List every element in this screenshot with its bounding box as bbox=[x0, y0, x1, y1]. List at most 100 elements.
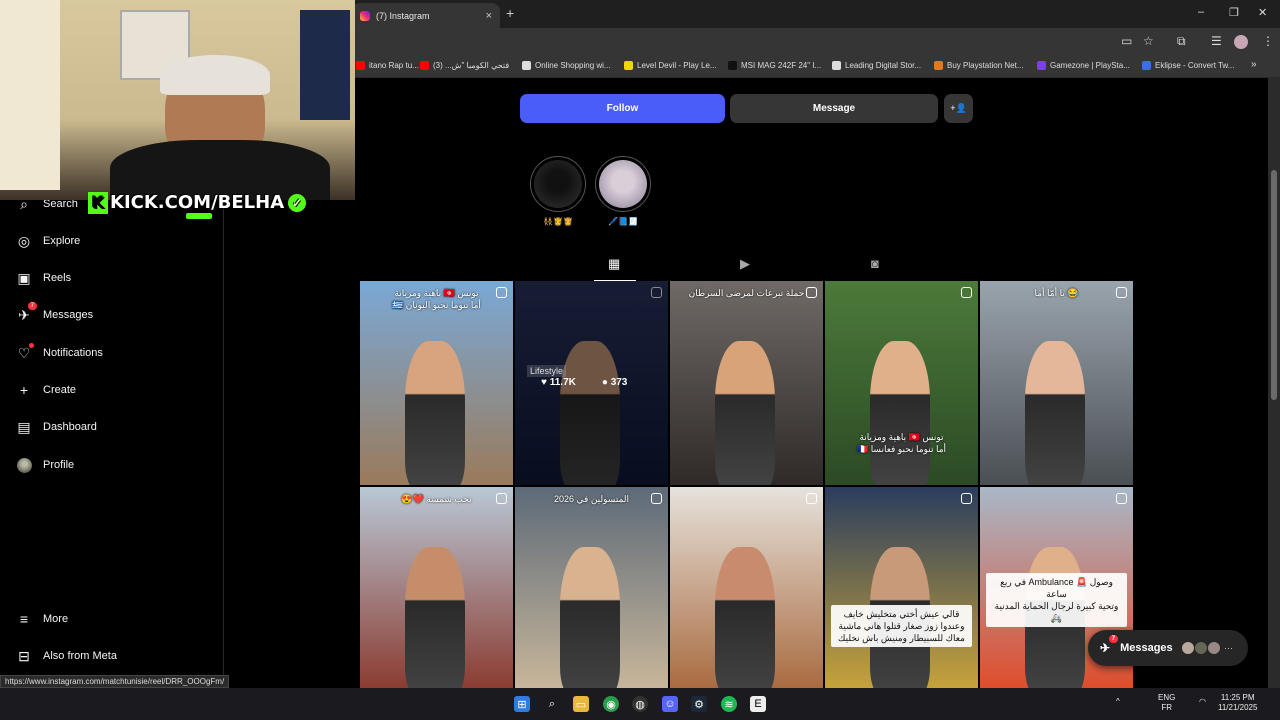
cast-icon[interactable]: ▭ bbox=[1121, 34, 1132, 48]
sidebar-item-explore[interactable]: ◎ Explore bbox=[16, 233, 80, 249]
post-thumbnail[interactable]: قالي عيش أختي متخليش خايف وعندوا زوز صغا… bbox=[825, 487, 978, 691]
lang-top: ENG bbox=[1158, 693, 1176, 702]
comment-icon: ● bbox=[601, 377, 611, 388]
post-thumbnail[interactable]: المتسولين في 2026 bbox=[515, 487, 668, 691]
kick-handle: KICK.COM/BELHA bbox=[110, 192, 285, 213]
likes-value: 11.7K bbox=[549, 377, 576, 388]
story-highlight-2[interactable] bbox=[595, 156, 651, 212]
post-thumbnail[interactable]: تونس 🇹🇳 باهية ومزيانة أما تنوما نحبو فعا… bbox=[825, 281, 978, 485]
bookmark-item[interactable]: Online Shopping wi... bbox=[522, 61, 611, 70]
bookmark-item[interactable]: Level Devil - Play Le... bbox=[624, 61, 717, 70]
profile-avatar[interactable] bbox=[1234, 35, 1248, 49]
tab-close-icon[interactable]: × bbox=[486, 10, 492, 22]
windows-start-icon[interactable]: ⊞ bbox=[514, 696, 530, 712]
post-thumbnail[interactable]: Lifestyle ♥ 11.7K ● 373 bbox=[515, 281, 668, 485]
sidebar-item-create[interactable]: + Create bbox=[16, 382, 76, 398]
post-thumbnail[interactable]: حملة تبرعات لمرضى السرطان bbox=[670, 281, 823, 485]
bookmark-label: MSI MAG 242F 24" I... bbox=[741, 61, 822, 70]
steam-icon[interactable]: ⚙ bbox=[691, 696, 707, 712]
sidebar-item-dashboard[interactable]: ▤ Dashboard bbox=[16, 419, 97, 435]
tray-chevron-icon[interactable]: ^ bbox=[1116, 697, 1120, 707]
message-button[interactable]: Message bbox=[730, 94, 938, 123]
messenger-icon: ✈ 7 bbox=[1100, 635, 1119, 655]
network-icon[interactable]: ◠ bbox=[1199, 697, 1206, 707]
bookmark-item[interactable]: فتحي الكومبا "ش... (3) bbox=[420, 61, 509, 70]
close-window-button[interactable]: ✕ bbox=[1258, 6, 1267, 19]
post-thumbnail[interactable]: 😂 يا أمّا أما bbox=[980, 281, 1133, 485]
reading-list-icon[interactable]: ☰ bbox=[1211, 34, 1222, 48]
post-subject bbox=[870, 341, 930, 485]
post-stats: ♥ 11.7K ● 373 bbox=[541, 377, 627, 388]
more-dots-icon: ··· bbox=[1224, 643, 1233, 653]
sidebar-item-label: Create bbox=[43, 384, 77, 396]
story-highlight-1[interactable] bbox=[530, 156, 586, 212]
posts-grid-icon[interactable]: ▦ bbox=[608, 256, 620, 272]
post-subject bbox=[560, 547, 620, 691]
webcam-overlay bbox=[0, 0, 355, 200]
heart-icon: ♥ bbox=[541, 377, 550, 388]
sidebar-item-notifications[interactable]: ♡ Notifications bbox=[16, 343, 103, 361]
epic-games-icon[interactable]: E bbox=[750, 696, 766, 712]
profile-tabs: ▦ ▶ ◙ bbox=[360, 252, 1134, 280]
more-bookmarks-button[interactable]: » bbox=[1251, 59, 1257, 70]
reels-icon: ▣ bbox=[17, 269, 31, 286]
chrome-icon[interactable]: ◉ bbox=[603, 696, 619, 712]
streamer-shirt bbox=[110, 140, 330, 200]
sidebar-item-label: Profile bbox=[43, 459, 75, 471]
reels-tab-icon[interactable]: ▶ bbox=[740, 256, 750, 272]
new-tab-button[interactable]: + bbox=[506, 5, 514, 21]
sidebar-item-profile[interactable]: Profile bbox=[16, 457, 74, 473]
poster bbox=[300, 10, 350, 120]
avatar-wrap bbox=[16, 457, 32, 473]
post-subject bbox=[715, 341, 775, 485]
tagged-tab-icon[interactable]: ◙ bbox=[871, 256, 879, 271]
post-caption: قالي عيش أختي متخليش خايف وعندوا زوز صغا… bbox=[831, 605, 972, 647]
post-subject bbox=[715, 547, 775, 691]
sidebar-item-label: Dashboard bbox=[43, 421, 97, 433]
bookmark-item[interactable]: Buy Playstation Net... bbox=[934, 61, 1023, 70]
kick-logo-icon: K bbox=[88, 192, 108, 214]
bookmark-item[interactable]: Eklipse - Convert Tw... bbox=[1142, 61, 1234, 70]
sidebar-item-label: Explore bbox=[43, 235, 81, 247]
clock[interactable]: 11:25 PM 11/21/2025 bbox=[1218, 693, 1257, 713]
discord-icon[interactable]: ☺ bbox=[662, 696, 678, 712]
bookmark-item[interactable]: Leading Digital Stor... bbox=[832, 61, 921, 70]
lang-bottom: FR bbox=[1161, 703, 1172, 712]
obs-icon[interactable]: ◍ bbox=[632, 696, 648, 712]
bookmark-item[interactable]: itano Rap tu... bbox=[356, 61, 419, 70]
file-explorer-icon[interactable]: ▭ bbox=[573, 696, 589, 712]
highlight-cover bbox=[534, 160, 582, 208]
extensions-icon[interactable]: ⧉ bbox=[1177, 34, 1186, 49]
bookmark-item[interactable]: MSI MAG 242F 24" I... bbox=[728, 61, 821, 70]
restore-button[interactable]: ❐ bbox=[1229, 6, 1239, 19]
sidebar-item-messages[interactable]: ✈ 7 Messages bbox=[16, 302, 93, 323]
bookmark-item[interactable]: Gamezone | PlaySta... bbox=[1037, 61, 1130, 70]
search-icon[interactable]: ⌕ bbox=[544, 696, 560, 712]
meta-icon: ⊟ bbox=[18, 647, 30, 664]
kebab-menu-icon[interactable]: ⋮ bbox=[1262, 34, 1274, 48]
follow-button[interactable]: Follow bbox=[520, 94, 725, 123]
sidebar-item-also-from-meta[interactable]: ⊟ Also from Meta bbox=[16, 648, 117, 664]
language-indicator[interactable]: ENG FR bbox=[1158, 693, 1175, 713]
messages-badge: 7 bbox=[27, 302, 37, 310]
post-thumbnail[interactable]: تونس 🇹🇳 باهية ومزيانة أما تنوما نحبو الي… bbox=[360, 281, 513, 485]
bookmark-favicon-icon bbox=[522, 61, 531, 70]
bookmark-favicon-icon bbox=[934, 61, 943, 70]
post-thumbnail[interactable]: نحب شمسة ❤️😍 bbox=[360, 487, 513, 691]
highlight-label: 🖊️📘🧾 bbox=[608, 217, 638, 226]
tab-title: (7) Instagram bbox=[376, 10, 430, 21]
status-bar-url: https://www.instagram.com/matchtunisie/r… bbox=[0, 675, 230, 688]
scrollbar-thumb[interactable] bbox=[1271, 170, 1277, 400]
post-thumbnail[interactable] bbox=[670, 487, 823, 691]
minimize-button[interactable]: – bbox=[1198, 6, 1204, 18]
browser-tab-instagram[interactable]: (7) Instagram × bbox=[352, 3, 500, 28]
sidebar-item-more[interactable]: ≡ More bbox=[16, 611, 68, 627]
spotify-icon[interactable]: ≋ bbox=[721, 696, 737, 712]
sidebar-item-reels[interactable]: ▣ Reels bbox=[16, 270, 71, 286]
add-user-button[interactable]: +👤 bbox=[944, 94, 973, 123]
bookmark-label: فتحي الكومبا "ش... (3) bbox=[433, 61, 510, 70]
messenger-icon: ✈ 7 bbox=[16, 302, 37, 323]
sidebar-item-label: Notifications bbox=[43, 347, 103, 359]
bookmark-star-icon[interactable]: ☆ bbox=[1143, 34, 1154, 48]
post-caption: حملة تبرعات لمرضى السرطان bbox=[688, 288, 805, 298]
